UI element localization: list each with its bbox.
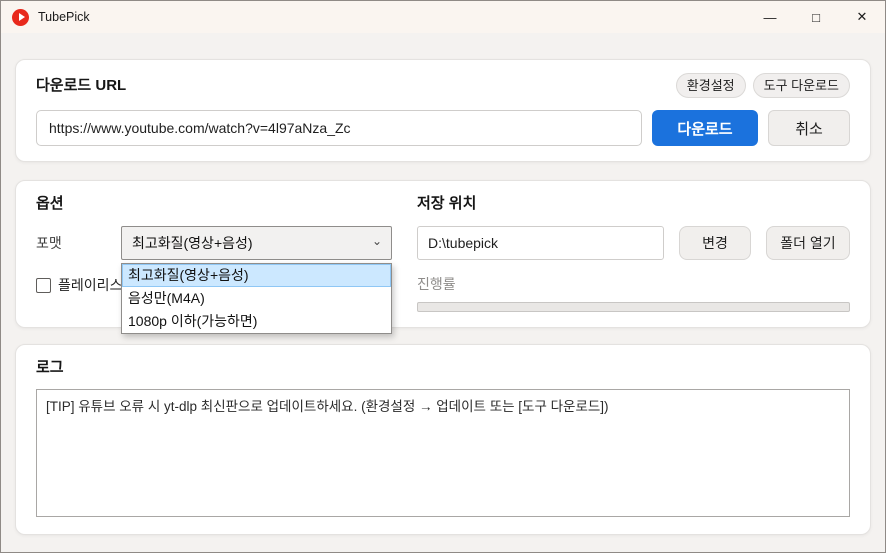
close-button[interactable]: ✕ xyxy=(839,1,885,33)
format-option-audio[interactable]: 음성만(M4A) xyxy=(122,287,391,310)
window-body: 다운로드 URL 환경설정 도구 다운로드 다운로드 취소 옵션 포맷 최고화질… xyxy=(1,33,885,535)
format-dropdown-list: 최고화질(영상+음성) 음성만(M4A) 1080p 이하(가능하면) xyxy=(121,263,392,334)
window-controls: — □ ✕ xyxy=(747,1,885,33)
app-logo-play-icon xyxy=(12,8,29,26)
format-combobox[interactable]: 최고화질(영상+음성) ⌄ xyxy=(121,226,392,260)
app-title: TubePick xyxy=(38,10,90,24)
tools-download-button[interactable]: 도구 다운로드 xyxy=(752,73,850,98)
url-input[interactable] xyxy=(36,110,642,146)
download-button[interactable]: 다운로드 xyxy=(652,110,758,146)
format-label: 포맷 xyxy=(36,235,62,251)
log-title: 로그 xyxy=(36,359,64,376)
progress-label: 진행률 xyxy=(417,276,456,292)
save-path-input[interactable] xyxy=(417,226,664,260)
download-url-card: 다운로드 URL 환경설정 도구 다운로드 다운로드 취소 xyxy=(15,59,871,162)
save-location-title: 저장 위치 xyxy=(417,195,477,212)
chevron-down-icon: ⌄ xyxy=(371,234,382,248)
format-selected-value: 최고화질(영상+음성) xyxy=(132,235,253,251)
options-title: 옵션 xyxy=(36,195,64,212)
save-location-column: 저장 위치 변경 폴더 열기 진행률 xyxy=(417,194,850,312)
log-card: 로그 [TIP] 유튜브 오류 시 yt-dlp 최신판으로 업데이트하세요. … xyxy=(15,344,871,535)
download-url-title: 다운로드 URL xyxy=(36,76,127,94)
titlebar: TubePick — □ ✕ xyxy=(1,1,885,33)
open-folder-button[interactable]: 폴더 열기 xyxy=(766,226,850,260)
options-column: 옵션 포맷 최고화질(영상+음성) ⌄ 최고화질(영상+음성) 음성만(M4A)… xyxy=(36,194,392,334)
progress-bar xyxy=(417,302,850,312)
log-output[interactable]: [TIP] 유튜브 오류 시 yt-dlp 최신판으로 업데이트하세요. (환경… xyxy=(36,389,850,517)
app-window: TubePick — □ ✕ 다운로드 URL 환경설정 도구 다운로드 다운로… xyxy=(0,0,886,553)
settings-button[interactable]: 환경설정 xyxy=(675,73,746,98)
change-path-button[interactable]: 변경 xyxy=(679,226,751,260)
options-card: 옵션 포맷 최고화질(영상+음성) ⌄ 최고화질(영상+음성) 음성만(M4A)… xyxy=(15,180,871,334)
minimize-button[interactable]: — xyxy=(747,1,793,33)
cancel-button[interactable]: 취소 xyxy=(768,110,850,146)
playlist-checkbox[interactable] xyxy=(36,277,51,293)
format-option-best[interactable]: 최고화질(영상+음성) xyxy=(122,264,391,287)
format-option-1080p[interactable]: 1080p 이하(가능하면) xyxy=(122,310,391,333)
maximize-button[interactable]: □ xyxy=(793,1,839,33)
